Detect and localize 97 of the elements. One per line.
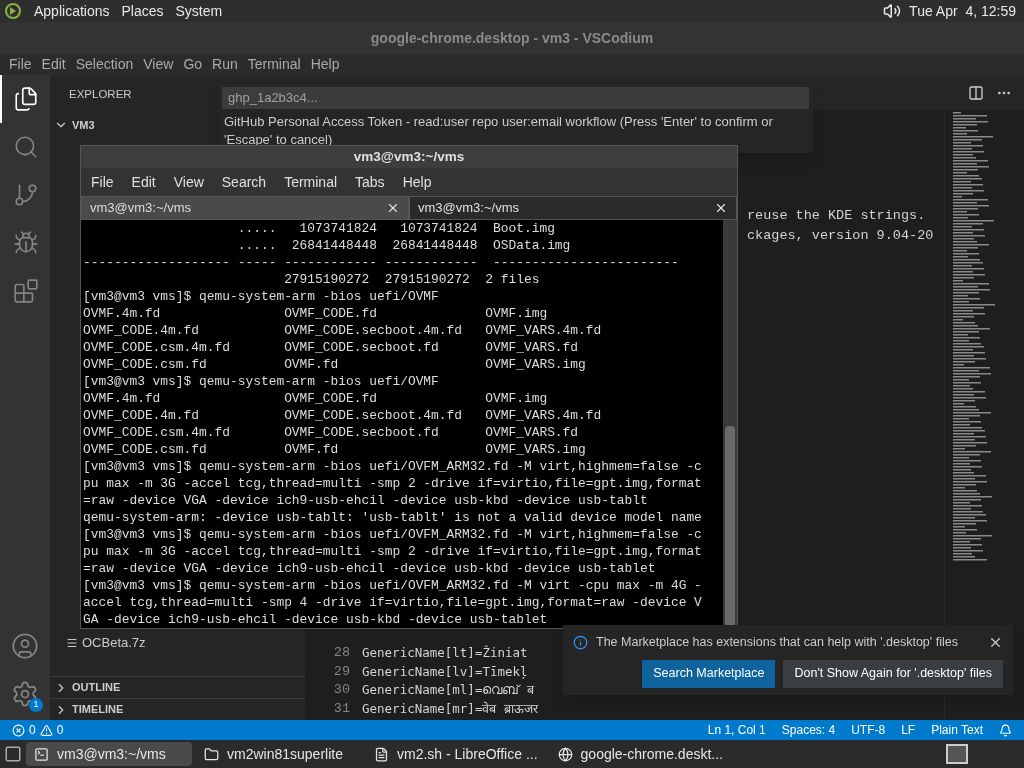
logo-icon	[4, 2, 22, 20]
status-item[interactable]: UTF-8	[851, 721, 886, 739]
workspace-switcher[interactable]	[946, 744, 968, 764]
sidebar-title: EXPLORER	[69, 87, 132, 103]
folder-icon	[204, 746, 219, 762]
terminal-line: [vm3@vm3 vms]$ qemu-system-arm -bios uefi/OVFM_ARM32.fd -M virt -cpu max -m 4G -	[83, 577, 703, 594]
status-item[interactable]: LF	[901, 721, 916, 739]
terminal-line: GA -device ich9-usb-ehcil -device usb-kbd -device usb-tablet	[83, 611, 549, 628]
code-line: GenericName[mr]=वेब ब्राऊजर	[362, 699, 538, 718]
menu-item[interactable]: Help	[305, 54, 345, 75]
terminal-line: qemu-system-arm: -device usb-tablt: 'usb-tablt' is not a valid device model name	[83, 509, 703, 526]
error-icon	[12, 723, 25, 737]
clock: Tue Apr 4, 12:59	[909, 1, 1016, 21]
terminal-line: OVMF_CODE.4m.fd OVMF_CODE.secboot.4m.fd OVMF_VARS.4m.fd	[83, 322, 603, 339]
taskbar-item[interactable]: vm2.sh - LibreOffice ...	[366, 742, 546, 766]
terminal-line: 27915190272 27915190272 2 files	[283, 271, 541, 288]
document-icon	[374, 746, 389, 762]
terminal-line: ------------------- ----- ------------ ------------ ------------------------	[83, 254, 680, 271]
file-icon	[66, 637, 78, 649]
terminal-tab[interactable]: vm3@vm3:~/vms	[81, 196, 409, 220]
panel-menu[interactable]: System	[175, 0, 223, 22]
line-number: 29	[332, 662, 351, 681]
menu-item[interactable]: Terminal	[242, 54, 306, 75]
terminal-line: [vm3@vm3 vms]$ qemu-system-arm -bios uefi/OVFM_ARM32.fd -M virt,highmem=false -c	[83, 458, 703, 475]
taskbar-item[interactable]: google-chrome.deskt...	[549, 742, 731, 766]
terminal-line: OVMF_CODE.csm.4m.fd OVMF_CODE.secboot.fd OVMF_VARS.fd	[83, 424, 580, 441]
notification-button[interactable]: Search Marketplace	[642, 659, 776, 688]
section-header[interactable]: OUTLINE	[50, 676, 305, 698]
notification-message: The Marketplace has extensions that can help with '.desktop' files	[596, 634, 959, 651]
browser-icon	[557, 746, 573, 762]
terminal-line: OVMF_CODE.csm.fd OVMF.fd OVMF_VARS.img	[83, 441, 587, 458]
status-item[interactable]: Ln 1, Col 1	[707, 721, 766, 739]
taskbar-item[interactable]: vm3@vm3:~/vms	[26, 742, 192, 766]
terminal-icon	[34, 746, 49, 762]
panel-menu[interactable]: Places	[121, 0, 164, 22]
terminal-line: OVMF_CODE.csm.4m.fd OVMF_CODE.secboot.fd OVMF_VARS.fd	[83, 339, 580, 356]
info-icon	[573, 634, 588, 650]
notification-icon[interactable]	[999, 723, 1012, 737]
terminal-line: [vm3@vm3 vms]$ qemu-system-arm -bios uefi/OVMF	[83, 373, 440, 390]
taskbar-item[interactable]: vm2win81superlite	[196, 742, 362, 766]
menu-item[interactable]: View	[167, 171, 210, 193]
menu-item[interactable]: Terminal	[278, 171, 344, 193]
terminal-line: [vm3@vm3 vms]$ qemu-system-arm -bios uefi/OVFM_ARM32.fd -M virt,highmem=false -c	[83, 526, 703, 543]
account-icon[interactable]	[11, 632, 39, 660]
volume-icon[interactable]	[883, 2, 902, 20]
status-item[interactable]: Spaces: 4	[781, 721, 836, 739]
warning-icon	[39, 723, 53, 737]
code-line: ckages, version 9.04-20	[747, 227, 935, 245]
terminal-line: OVMF.4m.fd OVMF_CODE.fd OVMF.img	[83, 305, 549, 322]
error-count[interactable]: 0	[29, 721, 36, 739]
menu-item[interactable]: File	[85, 171, 120, 193]
terminal-line: ..... 26841448448 26841448448 OSData.img	[236, 237, 572, 254]
menu-item[interactable]: Help	[396, 171, 438, 193]
terminal-line: OVMF_CODE.csm.fd OVMF.fd OVMF_VARS.img	[83, 356, 587, 373]
input-message: GitHub Personal Access Token - read:user repo user:email workflow (Press 'Enter' to confirm or 'Escape' to cancel)	[223, 113, 774, 149]
line-number: 28	[332, 644, 351, 662]
panel-menu[interactable]: Applications	[34, 0, 110, 22]
split-editor-icon[interactable]	[968, 84, 984, 101]
warning-count[interactable]: 0	[56, 721, 64, 739]
menu-item[interactable]: Edit	[36, 54, 71, 75]
show-desktop-icon[interactable]	[4, 745, 22, 763]
menu-item[interactable]: Search	[215, 171, 273, 193]
menu-item[interactable]: Tabs	[349, 171, 391, 193]
close-icon[interactable]	[714, 201, 728, 215]
terminal-line: OVMF_CODE.4m.fd OVMF_CODE.secboot.4m.fd OVMF_VARS.4m.fd	[83, 407, 603, 424]
line-number: 30	[332, 681, 351, 699]
menu-item[interactable]: File	[4, 54, 37, 75]
line-number: 31	[332, 699, 351, 718]
settings-icon[interactable]	[11, 680, 39, 708]
terminal-tab[interactable]: vm3@vm3:~/vms	[409, 196, 737, 220]
window-title: vm3@vm3:~/vms	[353, 147, 465, 166]
terminal-line: [vm3@vm3 vms]$ qemu-system-arm -bios uefi/OVMF	[83, 288, 440, 305]
code-line: GenericName[ml]=വെബ് ब	[362, 681, 534, 699]
window-title: google-chrome.desktop - vm3 - VSCodium	[370, 28, 654, 48]
menu-item[interactable]: Go	[178, 54, 208, 75]
terminal-line: =raw -device VGA -device ich9-usb-ehcil -device usb-kbd -device usb-tablet	[83, 560, 657, 577]
menu-item[interactable]: Edit	[125, 171, 162, 193]
code-line: GenericName[lt]=Žiniat	[362, 644, 528, 662]
file-name[interactable]: OCBeta.7z	[82, 633, 146, 653]
scrollbar[interactable]	[723, 220, 737, 628]
folder-name[interactable]: VM3	[72, 116, 95, 134]
terminal-line: pu max -m 3G -accel tcg,thread=multi -smp 2 -drive if=virtio,file=gpt.img,format	[83, 543, 703, 560]
status-item[interactable]: Plain Text	[931, 721, 983, 739]
terminal-line: OVMF.4m.fd OVMF_CODE.fd OVMF.img	[83, 390, 549, 407]
notification-button[interactable]: Don't Show Again for '.desktop' files	[783, 659, 1003, 688]
menu-item[interactable]: Selection	[70, 54, 139, 75]
close-icon[interactable]	[386, 201, 400, 215]
badge: 1	[29, 698, 43, 712]
menu-item[interactable]: Run	[207, 54, 243, 75]
terminal-line: ..... 1073741824 1073741824 Boot.img	[236, 220, 556, 237]
menu-item[interactable]: View	[138, 54, 179, 75]
terminal-line: accel tcg,thread=multi -smp 4 -drive if=virtio,file=gpt.img,format=raw -device V	[83, 594, 703, 611]
code-line: reuse the KDE strings.	[747, 207, 927, 225]
code-line: GenericName[lv]=Tīmekļ	[362, 662, 528, 681]
terminal-line: pu max -m 3G -accel tcg,thread=multi -smp 2 -drive if=virtio,file=gpt.img,format	[83, 475, 703, 492]
terminal-line: =raw -device VGA -device ich9-usb-ehcil -device usb-kbd -device usb-tablt	[83, 492, 649, 509]
input-field[interactable]: ghp_1a2b3c4...	[222, 87, 809, 109]
